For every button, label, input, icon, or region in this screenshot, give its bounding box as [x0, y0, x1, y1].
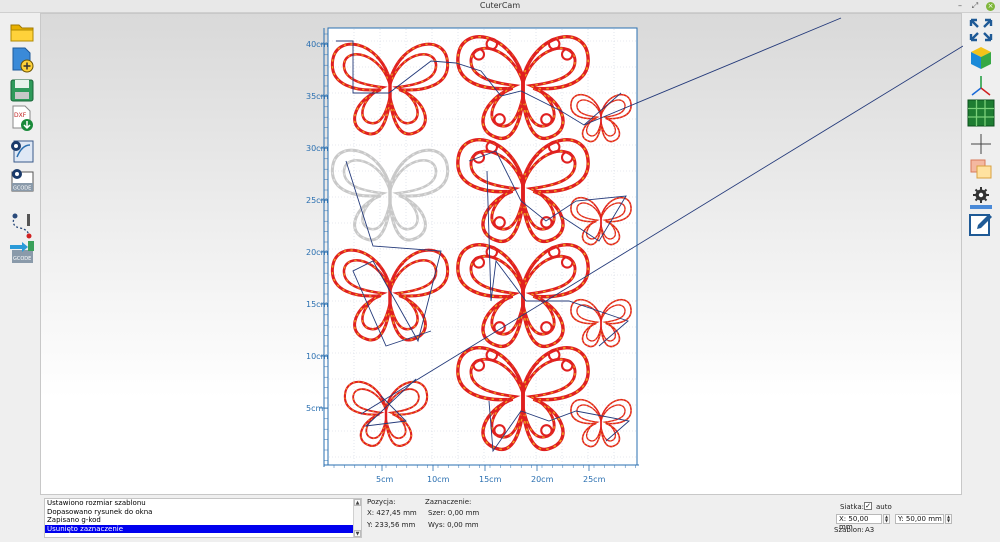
selection-label: Zaznaczenie: [425, 498, 472, 506]
x-tick-label: 20cm [531, 475, 554, 484]
grid-label: Siatka: [840, 503, 865, 511]
scroll-up-icon[interactable]: ▲ [354, 499, 361, 506]
close-icon[interactable]: × [986, 2, 995, 11]
gcode-label: GCODE [13, 186, 31, 192]
send-gcode-icon[interactable]: GCODE [8, 238, 36, 266]
template-icon[interactable] [967, 156, 995, 184]
window-title: CuterCam [479, 1, 521, 10]
grid-toggle-icon[interactable] [967, 99, 995, 127]
selection-height: Wys: 0,00 mm [428, 521, 479, 529]
selection-width: Szer: 0,00 mm [428, 509, 480, 517]
log-scrollbar[interactable]: ▲ ▼ [353, 499, 361, 537]
x-tick-label: 10cm [427, 475, 450, 484]
minimize-icon[interactable]: – [955, 1, 965, 10]
fit-to-window-icon[interactable] [967, 16, 995, 44]
x-tick-label: 25cm [583, 475, 606, 484]
drawing-canvas[interactable]: 40cm 35cm 30cm 25cm 20cm 15cm 10cm 5cm 5cm 10cm 15… [40, 13, 963, 496]
message-log[interactable]: Ustawiono rozmiar szablonu Dopasowano ry… [44, 498, 362, 538]
position-label: Pozycja: [367, 498, 396, 506]
position-x: X: 427,45 mm [367, 509, 417, 517]
edit-icon[interactable] [967, 210, 995, 238]
grid-auto-label: auto [876, 503, 892, 511]
crosshair-icon[interactable] [967, 130, 995, 158]
dxf-label: DXF [14, 112, 27, 119]
gcode-label-2: GCODE [13, 256, 31, 262]
status-panel: Ustawiono rozmiar szablonu Dopasowano ry… [0, 495, 1000, 542]
title-bar: CuterCam – ⤢ × [0, 0, 1000, 13]
grid-y-field[interactable]: Y: 50,00 mm [895, 514, 944, 524]
settings-path-icon[interactable] [8, 137, 36, 165]
workspace[interactable]: 40cm35cm30cm25cm20cm15cm10cm5cm5cm 10cm 15… [41, 14, 963, 496]
y-tick-label: 5cm [306, 404, 323, 413]
position-y: Y: 233,56 mm [367, 521, 416, 529]
machine-settings-icon[interactable] [967, 184, 995, 212]
grid-y-spinner[interactable]: ▲ ▼ [945, 514, 952, 524]
log-entry[interactable]: Dopasowano rysunek do okna [45, 508, 361, 517]
path-order-icon[interactable] [8, 211, 36, 239]
generate-gcode-icon[interactable]: GCODE [8, 166, 36, 194]
left-toolbar: DXF GCODE GCODE [0, 13, 40, 495]
new-file-icon[interactable] [8, 46, 36, 74]
grid-auto-checkbox[interactable]: ✓ [864, 502, 872, 510]
export-dxf-icon[interactable]: DXF [8, 104, 36, 132]
log-entry-selected[interactable]: Usunięto zaznaczenie [45, 524, 361, 534]
scroll-down-icon[interactable]: ▼ [354, 530, 361, 537]
log-entry[interactable]: Zapisano g-kod [45, 516, 361, 525]
open-folder-icon[interactable] [8, 18, 36, 46]
3d-view-icon[interactable] [967, 44, 995, 72]
template-label: Szablon: [834, 526, 864, 534]
grid-x-spinner[interactable]: ▲ ▼ [883, 514, 890, 524]
save-icon[interactable] [8, 76, 36, 104]
grid-x-field[interactable]: X: 50,00 mm [836, 514, 882, 531]
log-entry[interactable]: Ustawiono rozmiar szablonu [45, 499, 361, 508]
template-value[interactable]: A3 [865, 526, 874, 534]
axes-icon[interactable] [967, 72, 995, 100]
right-toolbar [962, 13, 1000, 495]
x-tick-label: 15cm [479, 475, 502, 484]
maximize-icon[interactable]: ⤢ [970, 1, 980, 11]
x-tick-label: 5cm [376, 475, 393, 484]
